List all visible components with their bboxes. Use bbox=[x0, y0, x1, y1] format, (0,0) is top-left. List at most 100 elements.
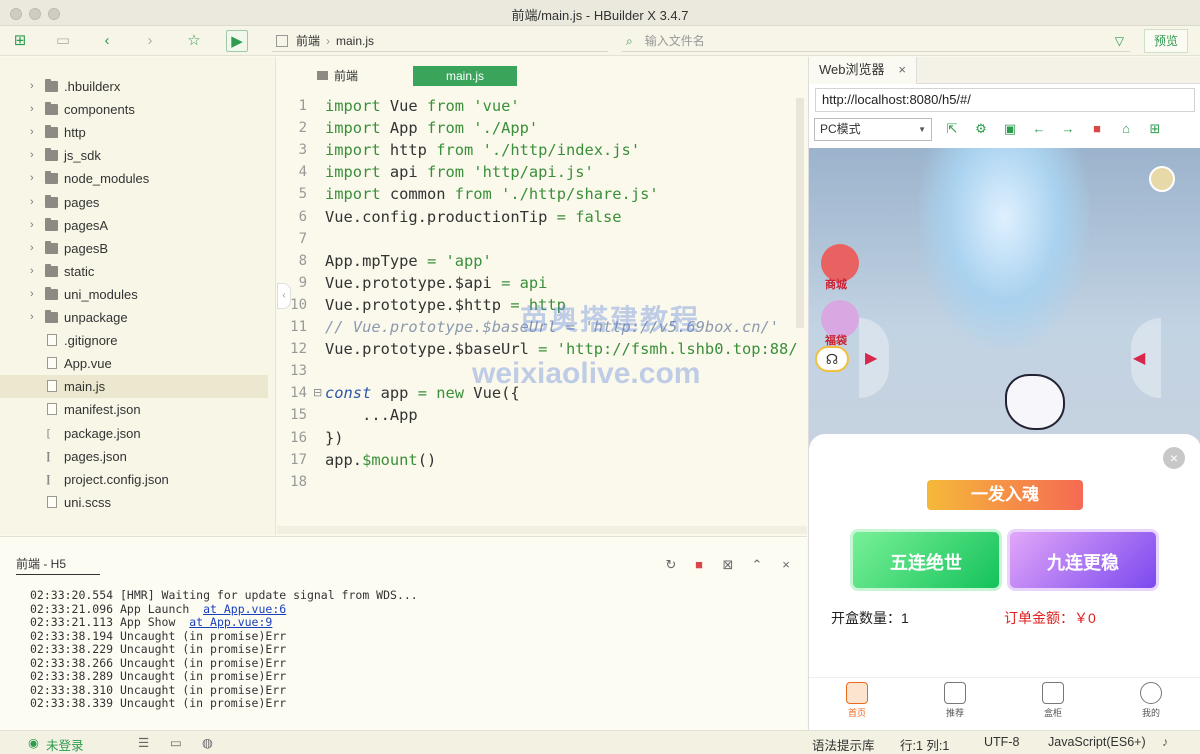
globe-icon[interactable]: ◍ bbox=[202, 735, 213, 750]
restart-icon[interactable]: ↻ bbox=[663, 557, 679, 573]
sidebar-item[interactable]: .gitignore bbox=[0, 329, 268, 352]
maximize-icon[interactable]: ⌃ bbox=[749, 557, 765, 573]
sidebar-item[interactable]: App.vue bbox=[0, 352, 268, 375]
filter-icon[interactable]: ▽ bbox=[1115, 30, 1124, 52]
chevron-right-icon[interactable]: › bbox=[30, 75, 34, 98]
sidebar-item[interactable]: uni.scss bbox=[0, 491, 268, 514]
user-icon[interactable]: ◉ bbox=[28, 735, 39, 750]
console-tab[interactable]: 前端 - H5 bbox=[16, 555, 100, 575]
tab-mine[interactable]: 我的 bbox=[1121, 682, 1181, 719]
sidebar-item[interactable]: [ ] package.json bbox=[0, 422, 268, 463]
tab-recommend[interactable]: 推荐 bbox=[925, 682, 985, 719]
code-line[interactable]: Vue.config.productionTip = false bbox=[325, 206, 622, 228]
code-line[interactable]: import Vue from 'vue' bbox=[325, 95, 520, 117]
terminal-icon[interactable]: ▭ bbox=[170, 735, 182, 750]
five-draw-button[interactable]: 五连绝世 bbox=[850, 529, 1002, 591]
code-line[interactable]: app.$mount() bbox=[325, 449, 436, 471]
tab-home[interactable]: 首页 bbox=[827, 682, 887, 719]
login-status[interactable]: 未登录 bbox=[46, 735, 84, 754]
horizontal-scrollbar[interactable] bbox=[277, 526, 807, 534]
sidebar-item[interactable]: › uni_modules bbox=[0, 283, 268, 306]
back-arrow-icon[interactable]: ← bbox=[1030, 119, 1048, 139]
one-shot-button[interactable]: 一发入魂 bbox=[927, 480, 1083, 510]
stop-icon[interactable]: ■ bbox=[1088, 119, 1106, 139]
device-mode-select[interactable]: PC模式 ▼ bbox=[814, 118, 932, 141]
sidebar-item[interactable]: › unpackage bbox=[0, 306, 268, 329]
lock-icon[interactable]: ⌂ bbox=[1117, 119, 1135, 139]
sidebar-item[interactable]: › pagesA bbox=[0, 214, 268, 237]
code-line[interactable]: import App from './App' bbox=[325, 117, 538, 139]
clear-console-icon[interactable]: ⊠ bbox=[720, 557, 736, 573]
tab-project[interactable]: 前端 bbox=[317, 67, 358, 84]
tab-box-cabinet[interactable]: 盒柜 bbox=[1023, 682, 1083, 719]
code-line[interactable]: import common from './http/share.js' bbox=[325, 183, 659, 205]
preview-button[interactable]: 预览 bbox=[1144, 29, 1188, 53]
source-link[interactable]: at App.vue:9 bbox=[189, 615, 272, 629]
fold-icon[interactable]: ⊟ bbox=[313, 386, 322, 399]
close-tab-icon[interactable]: × bbox=[898, 57, 906, 83]
sidebar-item[interactable]: › .hbuilderx bbox=[0, 75, 268, 98]
browser-viewport[interactable]: 商城 福袋 ☊ ▶ ◀ × 一发入魂 五连绝世 九连更稳 开盒数量：1 订单金额… bbox=[809, 148, 1200, 730]
save-icon[interactable]: ▭ bbox=[52, 30, 74, 52]
source-link[interactable]: at App.vue:6 bbox=[203, 602, 286, 616]
code-line[interactable]: import http from './http/index.js' bbox=[325, 139, 640, 161]
url-input[interactable]: http://localhost:8080/h5/#/ bbox=[815, 88, 1195, 112]
browser-tab[interactable]: Web浏览器 × bbox=[809, 57, 917, 84]
close-sheet-icon[interactable]: × bbox=[1163, 447, 1185, 469]
qrcode-icon[interactable]: ⊞ bbox=[1146, 119, 1164, 139]
breadcrumb-project[interactable]: 前端 bbox=[296, 34, 320, 48]
chevron-right-icon[interactable]: › bbox=[30, 260, 34, 283]
settings-icon[interactable]: ⚙ bbox=[972, 119, 990, 139]
close-console-icon[interactable]: × bbox=[778, 557, 794, 573]
chevron-right-icon[interactable]: › bbox=[30, 214, 34, 237]
file-search-bar[interactable]: ⌕ 输入文件名 ▽ bbox=[622, 30, 1130, 52]
tab-main-js[interactable]: main.js bbox=[413, 66, 517, 86]
sidebar-item[interactable]: › http bbox=[0, 121, 268, 144]
sidebar-item[interactable]: manifest.json bbox=[0, 398, 268, 421]
open-external-icon[interactable]: ⇱ bbox=[943, 119, 961, 139]
sidebar-item[interactable]: [ ] project.config.json bbox=[0, 468, 268, 509]
forward-arrow-icon[interactable]: → bbox=[1059, 119, 1077, 139]
support-icon[interactable]: ☊ bbox=[815, 346, 849, 372]
new-file-icon[interactable]: ⊞ bbox=[9, 30, 31, 52]
sidebar-item[interactable]: [ ] pages.json bbox=[0, 445, 268, 486]
sidebar-item[interactable]: › node_modules bbox=[0, 167, 268, 190]
sidebar-item[interactable]: › pages bbox=[0, 191, 268, 214]
chevron-right-icon[interactable]: › bbox=[30, 98, 34, 121]
sidebar-item[interactable]: › pagesB bbox=[0, 237, 268, 260]
sidebar-item[interactable]: › js_sdk bbox=[0, 144, 268, 167]
sidebar-item[interactable]: main.js bbox=[0, 375, 268, 399]
code-line[interactable]: App.mpType = 'app' bbox=[325, 250, 492, 272]
nine-draw-button[interactable]: 九连更稳 bbox=[1007, 529, 1159, 591]
code-line[interactable]: Vue.prototype.$api = api bbox=[325, 272, 547, 294]
chevron-right-icon[interactable]: › bbox=[30, 283, 34, 306]
chevron-right-icon[interactable]: › bbox=[30, 121, 34, 144]
chevron-right-icon[interactable]: › bbox=[30, 167, 34, 190]
chevron-right-icon[interactable]: › bbox=[30, 306, 34, 329]
run-icon[interactable]: ▶ bbox=[226, 30, 248, 52]
chevron-right-icon[interactable]: › bbox=[30, 191, 34, 214]
forward-icon[interactable]: › bbox=[139, 30, 161, 52]
stop-icon[interactable]: ■ bbox=[691, 557, 707, 573]
devtools-icon[interactable]: ▣ bbox=[1001, 119, 1019, 139]
breadcrumb-file[interactable]: main.js bbox=[336, 34, 374, 48]
code-line[interactable]: ...App bbox=[325, 404, 418, 426]
code-line[interactable]: import api from 'http/api.js' bbox=[325, 161, 594, 183]
collapse-sidebar-handle[interactable]: ‹ bbox=[277, 283, 291, 309]
notification-bell-icon[interactable]: ♪ bbox=[1162, 735, 1168, 749]
vertical-scrollbar[interactable] bbox=[796, 98, 804, 328]
music-icon[interactable] bbox=[1149, 166, 1175, 192]
chevron-right-icon[interactable]: › bbox=[30, 144, 34, 167]
back-icon[interactable]: ‹ bbox=[96, 30, 118, 52]
syntax-hint-library[interactable]: 语法提示库 bbox=[812, 735, 875, 754]
code-line[interactable]: }) bbox=[325, 427, 344, 449]
chevron-right-icon[interactable]: › bbox=[30, 237, 34, 260]
sidebar-item[interactable]: › components bbox=[0, 98, 268, 121]
sidebar-item[interactable]: › static bbox=[0, 260, 268, 283]
cursor-position[interactable]: 行:1 列:1 bbox=[900, 735, 949, 754]
language-mode[interactable]: JavaScript(ES6+) bbox=[1048, 735, 1146, 749]
code-editor[interactable]: 前端 main.js 1 import Vue from 'vue' 2 import… bbox=[277, 57, 807, 535]
star-icon[interactable]: ☆ bbox=[183, 30, 205, 52]
list-icon[interactable]: ☰ bbox=[138, 735, 149, 750]
file-encoding[interactable]: UTF-8 bbox=[984, 735, 1019, 749]
